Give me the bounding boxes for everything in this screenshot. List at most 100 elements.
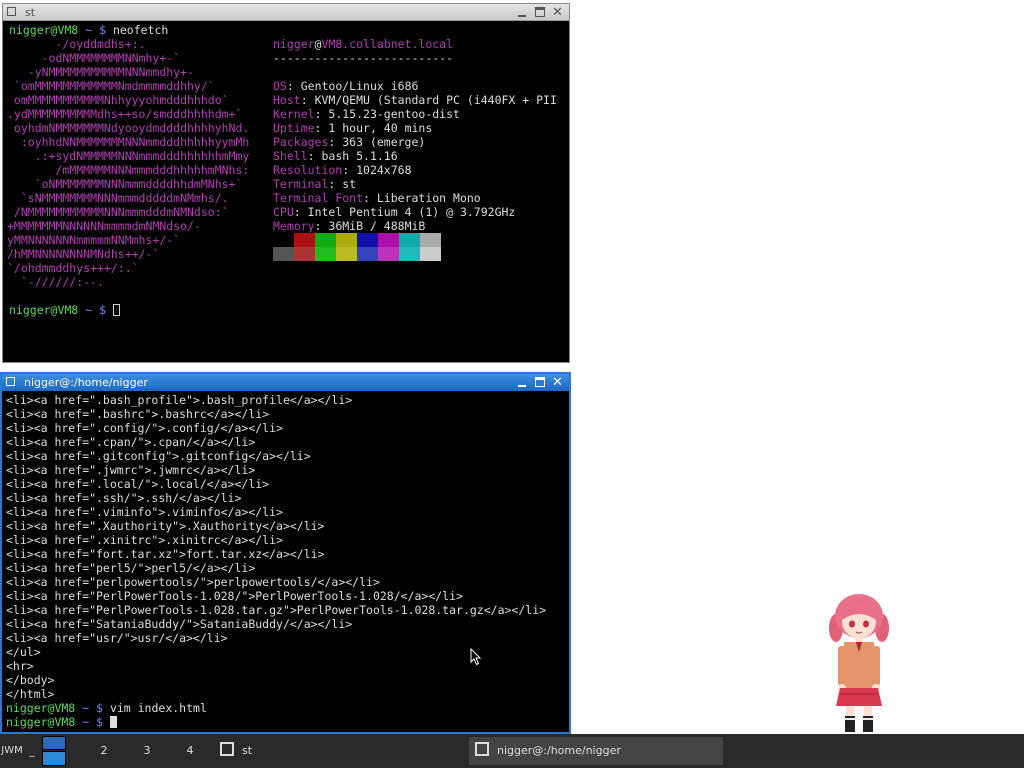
title-bar[interactable]: nigger@:/home/nigger ✕	[2, 374, 569, 391]
prompt-line: nigger@VM8 ~ $ neofetch	[9, 23, 168, 37]
maximize-button[interactable]	[531, 4, 549, 21]
close-button[interactable]: ✕	[549, 4, 567, 21]
palette-swatch	[399, 247, 420, 261]
close-button[interactable]: ✕	[549, 374, 567, 391]
info-key: Terminal	[273, 177, 329, 191]
ascii-line: -odNMMMMMMMMNNmhy+-`	[7, 51, 181, 65]
task-st[interactable]: st	[214, 737, 464, 765]
prompt-line-active[interactable]: nigger@VM8 ~ $	[6, 715, 117, 729]
info-value: Gentoo/Linux i686	[300, 79, 419, 93]
workspace-3[interactable]: 3	[129, 734, 165, 768]
output-line: <li><a href=".cpan/">.cpan/</a></li>	[6, 435, 256, 449]
ascii-line: :oyhhdNNMMMMMMMNNNmmdddhhhhhyymMh	[7, 135, 250, 149]
terminal-output[interactable]: <li><a href=".bash_profile">.bash_profil…	[6, 393, 546, 701]
palette-swatch	[273, 233, 294, 247]
satania-buddy-character[interactable]	[826, 590, 892, 736]
info-key: Packages	[273, 135, 329, 149]
info-row: Kernel: 5.15.23-gentoo-dist	[273, 107, 460, 121]
info-row: Host: KVM/QEMU (Standard PC (i440FX + PI…	[273, 93, 557, 107]
output-line: <li><a href=".bash_profile">.bash_profil…	[6, 393, 353, 407]
prompt-dir: ~	[85, 23, 93, 37]
text-cursor	[112, 304, 120, 316]
minimize-icon	[518, 385, 526, 387]
output-line: <li><a href=".Xauthority">.Xauthority</a…	[6, 519, 325, 533]
header-host: VM8.collabnet.local	[321, 37, 454, 51]
output-line: <li><a href=".viminfo">.viminfo</a></li>	[6, 505, 283, 519]
task-label: nigger@:/home/nigger	[497, 744, 621, 757]
info-key: Shell	[273, 149, 308, 163]
palette-swatch	[273, 247, 294, 261]
info-value: 1 hour, 40 mins	[328, 121, 433, 135]
ascii-line: omMMMMMMMMMMMNhhyyyohmdddhhhdo`	[7, 93, 229, 107]
command-text: neofetch	[112, 23, 169, 37]
palette-swatch	[357, 247, 378, 261]
info-row: Terminal: st	[273, 177, 357, 191]
prompt-user: nigger@VM8	[6, 715, 76, 729]
info-row: Packages: 363 (emerge)	[273, 135, 426, 149]
workspace-2[interactable]: 2	[86, 734, 122, 768]
color-palette-top	[273, 233, 441, 247]
text-cursor	[109, 716, 117, 728]
close-icon: ✕	[552, 5, 563, 20]
info-value: Intel Pentium 4 (1) @ 3.792GHz	[307, 205, 516, 219]
prompt-line-vim: nigger@VM8 ~ $ vim index.html	[6, 701, 207, 715]
palette-swatch	[420, 247, 441, 261]
show-desktop-button[interactable]: _	[26, 734, 38, 768]
info-row: Memory: 36MiB / 488MiB	[273, 219, 426, 233]
window-icon[interactable]	[6, 377, 15, 386]
window-icon[interactable]	[7, 7, 16, 16]
minimize-button[interactable]	[513, 4, 531, 21]
workspace-4[interactable]: 4	[172, 734, 208, 768]
palette-swatch	[294, 247, 315, 261]
output-line: </html>	[6, 687, 55, 701]
info-key: Kernel	[273, 107, 315, 121]
title-bar[interactable]: st ✕	[3, 4, 569, 21]
output-line: <li><a href="perl5/">perl5/</a></li>	[6, 561, 256, 575]
header-user: nigger	[273, 37, 315, 51]
ascii-line: +MMMMMMMNNNNNNmmmmdmNMNdso/-	[7, 219, 201, 233]
info-key: OS	[273, 79, 287, 93]
minimize-button[interactable]	[513, 374, 531, 391]
window-title: st	[25, 6, 36, 19]
maximize-button[interactable]	[531, 374, 549, 391]
output-line: <li><a href="usr/">usr/</a></li>	[6, 631, 228, 645]
terminal-window-home[interactable]: nigger@:/home/nigger ✕ <li><a href=".bas…	[0, 372, 571, 734]
palette-swatch	[336, 247, 357, 261]
output-line: <li><a href=".ssh/">.ssh/</a></li>	[6, 491, 242, 505]
output-line: <li><a href=".config/">.config/</a></li>	[6, 421, 283, 435]
output-line: <li><a href="PerlPowerTools-1.028/">Perl…	[6, 589, 463, 603]
task-home[interactable]: nigger@:/home/nigger	[469, 737, 723, 765]
info-value: st	[342, 177, 357, 191]
ascii-line: `-//////:--.	[7, 275, 104, 289]
output-line: <li><a href=".xinitrc">.xinitrc</a></li>	[6, 533, 283, 547]
prompt-symbol: $	[96, 701, 103, 715]
jwm-menu-button[interactable]: JWM	[0, 734, 24, 768]
task-label: st	[242, 744, 253, 757]
prompt-symbol: $	[99, 303, 106, 317]
ascii-line: `omMMMMMMMMMMMMNmdmmmmddhhy/`	[7, 79, 215, 93]
info-row: Shell: bash 5.1.16	[273, 149, 398, 163]
terminal-window-st[interactable]: st ✕ nigger@VM8 ~ $ neofetch -/oyddmdhs+…	[2, 3, 570, 363]
window-icon	[475, 742, 489, 756]
prompt-dir: ~	[82, 715, 90, 729]
info-row: Uptime: 1 hour, 40 mins	[273, 121, 433, 135]
info-row: Resolution: 1024x768	[273, 163, 412, 177]
minimize-icon	[518, 15, 526, 17]
info-key: Resolution	[273, 163, 343, 177]
palette-swatch	[336, 233, 357, 247]
output-line: <li><a href="perlpowertools/">perlpowert…	[6, 575, 380, 589]
taskbar: JWM _ 2 3 4 st nigger@:/home/nigger	[0, 734, 1024, 768]
prompt-line-2[interactable]: nigger@VM8 ~ $	[9, 303, 120, 317]
ascii-line: .ydMMMMMMMMMMdhs++so/smdddhhhhdm+`	[7, 107, 243, 121]
palette-swatch	[315, 233, 336, 247]
palette-swatch	[420, 233, 441, 247]
command-text: vim index.html	[109, 701, 207, 715]
ascii-line: yMMNNNNNNNmmmmmNNMmhs+/-`	[7, 233, 181, 247]
ascii-line: .:+sydNMMMMMNNNmmmdddhhhhhhmMmy	[7, 149, 250, 163]
output-line: <li><a href=".jwmrc">.jwmrc</a></li>	[6, 463, 256, 477]
neofetch-header: nigger@VM8.collabnet.local	[273, 37, 453, 51]
workspace-1[interactable]	[40, 734, 66, 768]
info-value: 1024x768	[356, 163, 412, 177]
prompt-symbol: $	[99, 23, 106, 37]
output-line: </body>	[6, 673, 55, 687]
